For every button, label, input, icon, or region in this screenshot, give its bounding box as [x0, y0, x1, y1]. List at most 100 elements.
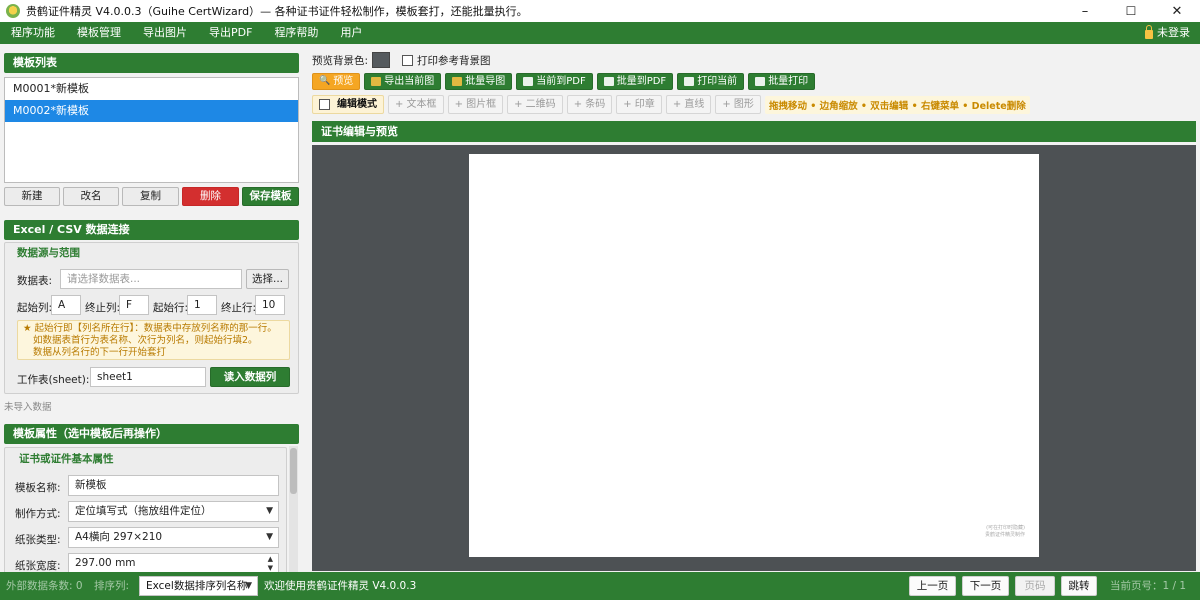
watermark-line: 贵鹤证件精灵制作 — [985, 532, 1026, 538]
read-columns-button[interactable]: 读入数据列 — [210, 367, 290, 387]
rename-template-button[interactable]: 改名 — [63, 187, 119, 206]
add-barcode-button[interactable]: + 条码 — [566, 95, 613, 114]
stepper-arrows-icon[interactable]: ▲ ▼ — [268, 555, 273, 572]
current-page: 当前页号：1 / 1 — [1110, 580, 1187, 592]
batch-export-image-button[interactable]: 批量导图 — [445, 73, 513, 90]
data-source-group-label: 数据源与范围 — [17, 247, 80, 259]
add-shape-button[interactable]: + 图形 — [715, 95, 761, 114]
printer-icon — [755, 77, 766, 86]
import-status: 未导入数据 — [4, 402, 52, 413]
method-select[interactable]: 定位填写式（拖放组件定位） ▼ — [68, 501, 279, 522]
bg-color-swatch[interactable] — [372, 52, 391, 68]
batch-export-image-label: 批量导图 — [465, 76, 506, 87]
close-button[interactable]: ✕ — [1154, 0, 1200, 22]
add-line-button[interactable]: + 直线 — [665, 95, 712, 114]
image-icon — [371, 77, 382, 86]
right-panel: 预览背景色: 打印参考背景图 🔍 预览 导出当前图 批量导图 当前到PDF 批量到… — [306, 44, 1200, 572]
preview-options-row: 预览背景色: 打印参考背景图 — [312, 52, 491, 68]
menu-help[interactable]: 程序帮助 — [263, 22, 329, 44]
images-icon — [452, 77, 463, 86]
end-col-input[interactable]: F — [119, 295, 149, 315]
batch-print-button[interactable]: 批量打印 — [748, 73, 816, 90]
start-col-input[interactable]: A — [51, 295, 81, 315]
documents-icon — [603, 77, 614, 86]
login-status[interactable]: 未登录 — [1145, 22, 1190, 44]
bg-color-label: 预览背景色: — [312, 54, 369, 67]
watermark-line: (可在打印时隐藏) — [986, 525, 1025, 531]
paper-type-select[interactable]: A4横向 297×210 ▼ — [68, 527, 279, 548]
end-row-input[interactable]: 10 — [255, 295, 285, 315]
template-name-label: 模板名称: — [15, 482, 61, 494]
page-number-input[interactable]: 页码 — [1015, 576, 1055, 596]
menu-program[interactable]: 程序功能 — [0, 22, 66, 44]
prev-page-button[interactable]: 上一页 — [909, 576, 956, 596]
paper-width-stepper[interactable]: 297.00 mm ▲ ▼ — [68, 553, 279, 572]
scrollbar-thumb[interactable] — [290, 448, 297, 494]
delete-template-button[interactable]: 删除 — [182, 187, 239, 206]
sort-column-value: Excel数据排序列名称 — [146, 580, 248, 592]
search-icon: 🔍 — [319, 76, 331, 86]
edit-toolbar: 编辑模式 + 文本框 + 图片框 + 二维码 + 条码 + 印章 + 直线 + … — [312, 95, 1030, 114]
template-list-header: 模板列表 — [4, 53, 299, 73]
props-scrollbar[interactable] — [289, 446, 298, 572]
jump-button[interactable]: 跳转 — [1061, 576, 1097, 596]
table-path-input[interactable]: 请选择数据表... — [60, 269, 242, 289]
table-path-placeholder: 请选择数据表... — [67, 273, 141, 285]
template-name-input[interactable]: 新模板 — [68, 475, 279, 496]
chevron-down-icon: ▼ — [266, 532, 273, 542]
paper-type-value: A4横向 297×210 — [75, 531, 163, 543]
menu-user[interactable]: 用户 — [329, 22, 373, 44]
add-image-button[interactable]: + 图片框 — [447, 95, 504, 114]
export-current-image-button[interactable]: 导出当前图 — [364, 73, 442, 90]
batch-to-pdf-button[interactable]: 批量到PDF — [596, 73, 674, 90]
edit-mode-checkbox[interactable] — [319, 99, 330, 110]
start-row-label: 起始行: — [153, 302, 189, 314]
table-label: 数据表: — [17, 275, 53, 287]
print-current-label: 打印当前 — [697, 76, 738, 87]
list-item[interactable]: M0001*新模板 — [5, 78, 298, 100]
print-current-button[interactable]: 打印当前 — [677, 73, 745, 90]
list-item-selected[interactable]: M0002*新模板 — [5, 100, 298, 122]
template-list[interactable]: M0001*新模板 M0002*新模板 — [4, 77, 299, 183]
minimize-button[interactable]: – — [1062, 0, 1108, 22]
title-bar: 贵鹤证件精灵 V4.0.0.3（Guihe CertWizard）— 各种证书证… — [0, 0, 1200, 22]
copy-template-button[interactable]: 复制 — [122, 187, 179, 206]
add-qrcode-button[interactable]: + 二维码 — [507, 95, 563, 114]
menu-templates[interactable]: 模板管理 — [66, 22, 132, 44]
lock-icon — [1145, 24, 1153, 39]
login-status-label: 未登录 — [1157, 26, 1190, 39]
note-line: 数据从列名行的下一行开始套打 — [33, 347, 167, 358]
menu-export-image[interactable]: 导出图片 — [132, 22, 198, 44]
batch-print-label: 批量打印 — [768, 76, 809, 87]
paper-width-label: 纸张宽度: — [15, 560, 61, 572]
end-col-label: 终止列: — [85, 302, 121, 314]
canvas-area[interactable]: (可在打印时隐藏) 贵鹤证件精灵制作 — [312, 145, 1196, 571]
preview-button-label: 预览 — [333, 76, 354, 87]
record-count: 外部数据条数: 0 — [6, 580, 83, 592]
left-panel: 模板列表 M0001*新模板 M0002*新模板 新建 改名 复制 删除 保存模… — [0, 44, 306, 572]
printer-icon — [684, 77, 695, 86]
sort-column-select[interactable]: Excel数据排序列名称 ▼ — [139, 576, 258, 596]
template-props-group-label: 证书或证件基本属性 — [19, 453, 114, 465]
edit-mode-label: 编辑模式 — [337, 99, 377, 110]
start-row-input[interactable]: 1 — [187, 295, 217, 315]
window-title: 贵鹤证件精灵 V4.0.0.3（Guihe CertWizard）— 各种证书证… — [26, 5, 528, 18]
add-seal-button[interactable]: + 印章 — [616, 95, 662, 114]
select-table-button[interactable]: 选择... — [246, 269, 289, 289]
add-textbox-button[interactable]: + 文本框 — [388, 95, 444, 114]
next-page-button[interactable]: 下一页 — [962, 576, 1009, 596]
certificate-canvas[interactable]: (可在打印时隐藏) 贵鹤证件精灵制作 — [469, 154, 1039, 557]
preview-button[interactable]: 🔍 预览 — [312, 73, 361, 90]
menu-export-pdf[interactable]: 导出PDF — [198, 22, 263, 44]
note-line: 如数据表首行为表名称、次行为列名，则起始行填2。 — [33, 335, 258, 346]
new-template-button[interactable]: 新建 — [4, 187, 60, 206]
maximize-button[interactable]: ☐ — [1108, 0, 1154, 22]
print-bg-checkbox[interactable] — [402, 54, 414, 66]
sheet-input[interactable]: sheet1 — [90, 367, 206, 387]
export-current-image-label: 导出当前图 — [384, 76, 435, 87]
save-template-button[interactable]: 保存模板 — [242, 187, 299, 206]
edit-mode-toggle[interactable]: 编辑模式 — [312, 95, 384, 114]
current-to-pdf-button[interactable]: 当前到PDF — [516, 73, 593, 90]
menu-bar: 程序功能 模板管理 导出图片 导出PDF 程序帮助 用户 未登录 — [0, 22, 1200, 44]
edit-tip: 拖拽移动 • 边角缩放 • 双击编辑 • 右键菜单 • Delete删除 — [764, 95, 1030, 114]
